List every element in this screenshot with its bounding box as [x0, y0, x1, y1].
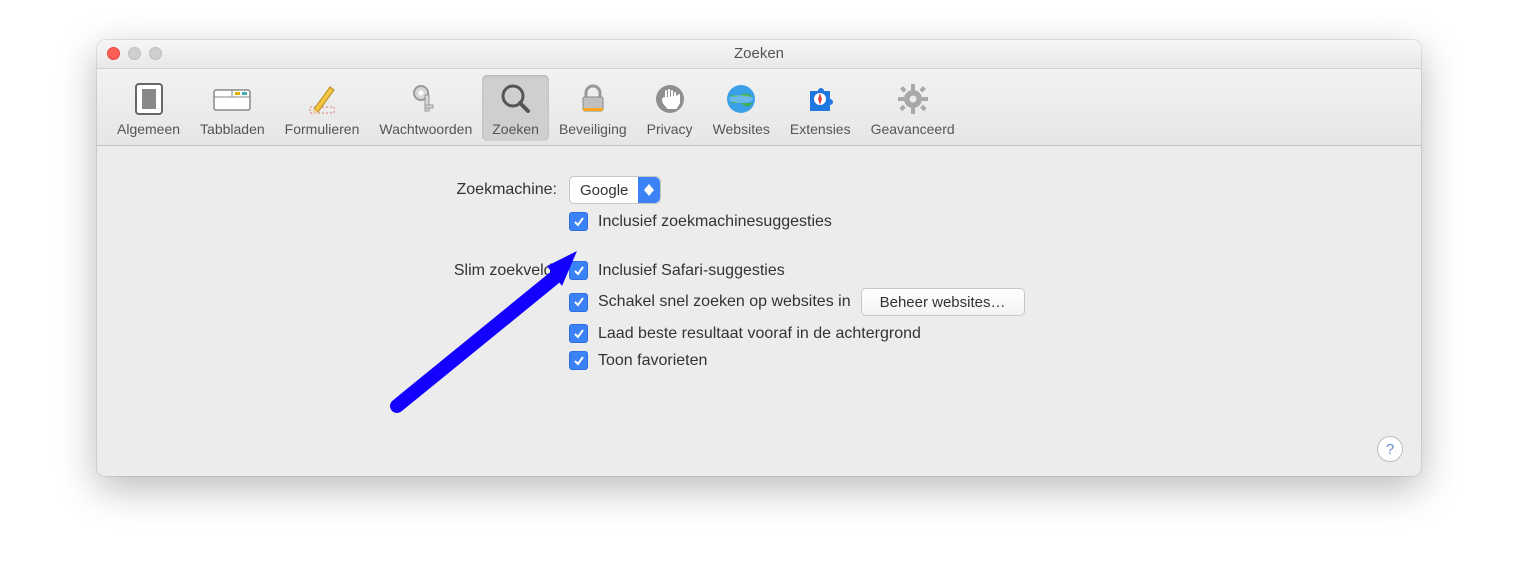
tab-label: Wachtwoorden: [379, 121, 472, 137]
tab-label: Algemeen: [117, 121, 180, 137]
close-window-button[interactable]: [107, 47, 120, 60]
tab-label: Websites: [713, 121, 770, 137]
lock-icon: [573, 79, 613, 119]
tab-general[interactable]: Algemeen: [107, 75, 190, 141]
hand-icon: [650, 79, 690, 119]
tab-websites[interactable]: Websites: [703, 75, 780, 141]
tab-label: Privacy: [647, 121, 693, 137]
search-engine-label: Zoekmachine:: [137, 181, 569, 199]
include-engine-suggestions-checkbox[interactable]: [569, 212, 588, 231]
help-button[interactable]: ?: [1377, 436, 1403, 462]
search-icon: [496, 79, 536, 119]
safari-suggestions-checkbox[interactable]: [569, 261, 588, 280]
zoom-window-button[interactable]: [149, 47, 162, 60]
tab-tabs[interactable]: Tabbladen: [190, 75, 275, 141]
search-engine-select[interactable]: Google: [569, 176, 661, 204]
manage-websites-button[interactable]: Beheer websites…: [861, 288, 1025, 316]
preload-top-hit-checkbox[interactable]: [569, 324, 588, 343]
tab-label: Zoeken: [492, 121, 539, 137]
tab-privacy[interactable]: Privacy: [637, 75, 703, 141]
tab-passwords[interactable]: Wachtwoorden: [369, 75, 482, 141]
tab-security[interactable]: Beveiliging: [549, 75, 637, 141]
tab-label: Formulieren: [285, 121, 360, 137]
pencil-icon: [302, 79, 342, 119]
tab-label: Beveiliging: [559, 121, 627, 137]
include-engine-suggestions-label: Inclusief zoekmachinesuggesties: [598, 213, 832, 231]
tabs-icon: [212, 79, 252, 119]
quick-website-search-label: Schakel snel zoeken op websites in: [598, 293, 851, 311]
window-title: Zoeken: [734, 45, 784, 62]
key-icon: [406, 79, 446, 119]
safari-suggestions-label: Inclusief Safari-suggesties: [598, 262, 785, 280]
quick-website-search-checkbox[interactable]: [569, 293, 588, 312]
select-arrows-icon: [638, 177, 660, 203]
show-favorites-label: Toon favorieten: [598, 352, 707, 370]
tab-extensions[interactable]: Extensies: [780, 75, 861, 141]
puzzle-icon: [800, 79, 840, 119]
tab-label: Geavanceerd: [871, 121, 955, 137]
content-pane: Zoekmachine: Google Inclusief zoekmachin…: [97, 146, 1421, 476]
globe-icon: [721, 79, 761, 119]
tab-forms[interactable]: Formulieren: [275, 75, 370, 141]
show-favorites-checkbox[interactable]: [569, 351, 588, 370]
preferences-toolbar: Algemeen Tabbladen: [97, 69, 1421, 146]
window-controls: [107, 47, 162, 60]
preload-top-hit-label: Laad beste resultaat vooraf in de achter…: [598, 325, 921, 343]
smart-field-label: Slim zoekveld:: [137, 262, 569, 280]
gear-icon: [893, 79, 933, 119]
tab-label: Tabbladen: [200, 121, 265, 137]
tab-search[interactable]: Zoeken: [482, 75, 549, 141]
help-symbol: ?: [1386, 441, 1394, 458]
button-label: Beheer websites…: [880, 294, 1006, 311]
tab-label: Extensies: [790, 121, 851, 137]
tab-advanced[interactable]: Geavanceerd: [861, 75, 965, 141]
minimize-window-button[interactable]: [128, 47, 141, 60]
general-icon: [129, 79, 169, 119]
titlebar: Zoeken: [97, 40, 1421, 69]
preferences-window: Zoeken Algemeen Tabblad: [97, 40, 1421, 476]
